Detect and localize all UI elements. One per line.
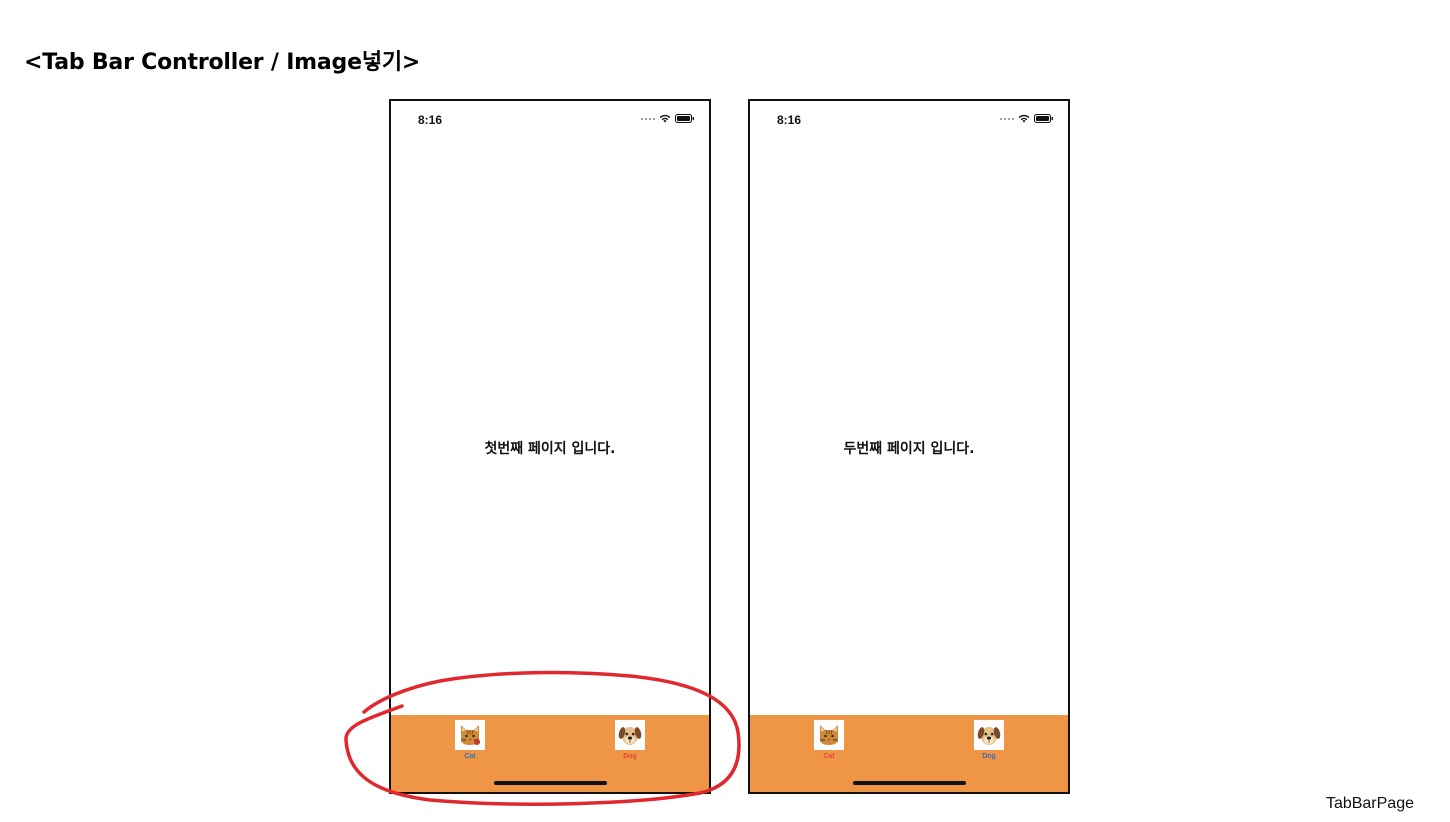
tab-label: Cat [823,753,835,760]
signal-icon [641,117,655,120]
tab-bar: Cat Dog [391,715,709,792]
home-indicator[interactable] [853,781,966,785]
phone-second-page: 8:16 두번째 페이지 입니다. Cat Dog [748,99,1070,794]
annotation-circle [344,670,741,806]
status-time: 8:16 [418,113,443,127]
slide-footer: TabBarPage [1325,795,1414,812]
tab-cat[interactable]: Cat [799,720,859,760]
wifi-icon [1018,114,1030,123]
battery-icon [675,114,694,123]
tab-label: Dog [623,753,637,760]
battery-icon [1034,114,1053,123]
home-indicator[interactable] [494,781,607,785]
status-bar: 8:16 [750,101,1068,141]
page-label: 두번째 페이지 입니다. [843,441,975,457]
cat-icon [455,720,485,750]
tab-dog[interactable]: Dog [959,720,1019,760]
phone-first-page: 8:16 첫번째 페이지 입니다. Cat Dog [389,99,711,794]
tab-label: Cat [464,753,476,760]
signal-icon [1000,117,1014,120]
dog-icon [974,720,1004,750]
slide: <Tab Bar Controller / Image넣기> 8:16 첫번째 … [0,0,1450,822]
status-time: 8:16 [777,113,802,127]
cat-icon [814,720,844,750]
tab-label: Dog [982,753,996,760]
tab-bar: Cat Dog [750,715,1068,792]
slide-title: <Tab Bar Controller / Image넣기> [24,50,421,75]
dog-icon [615,720,645,750]
status-bar: 8:16 [391,101,709,141]
status-icons [641,114,695,123]
page-label: 첫번째 페이지 입니다. [484,441,616,457]
tab-dog[interactable]: Dog [600,720,660,760]
tab-cat[interactable]: Cat [440,720,500,760]
wifi-icon [659,114,671,123]
status-icons [1000,114,1054,123]
